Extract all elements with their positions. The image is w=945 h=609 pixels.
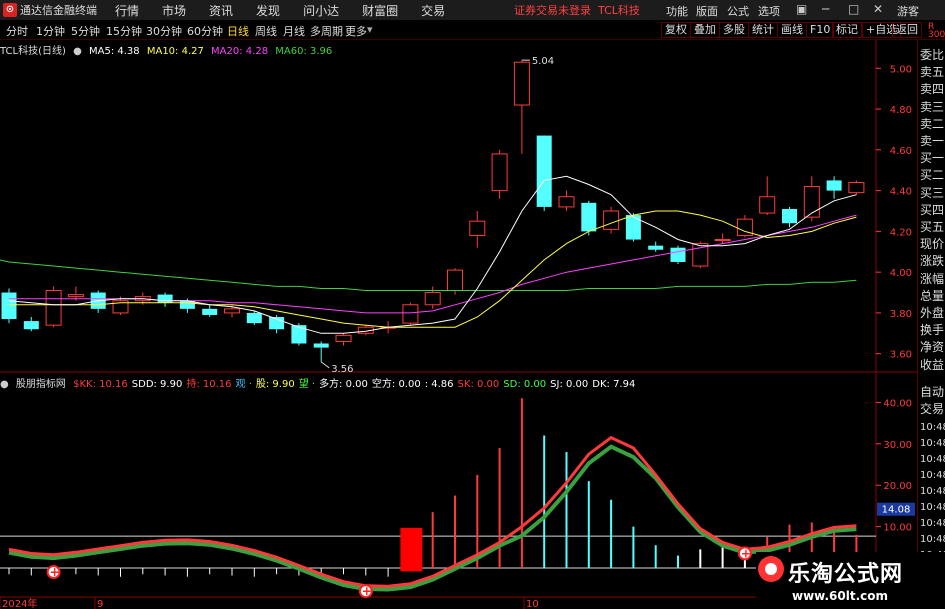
- candle-body-down: [313, 343, 329, 348]
- quote-field-18[interactable]: 收益: [920, 356, 944, 373]
- trade-time: 10:48: [920, 486, 945, 497]
- buy-signal-plus: +: [50, 565, 60, 579]
- candle-body-down: [625, 215, 641, 240]
- indicator-current-value: 14.08: [882, 505, 911, 516]
- ma5-line: [8, 175, 857, 334]
- quote-field-4[interactable]: 卖二: [920, 115, 944, 132]
- candle-body-down: [23, 321, 39, 330]
- indicator-tick-label: 40.00: [883, 398, 912, 409]
- low-marker-label: 3.56: [331, 364, 353, 375]
- candle-body-up: [402, 304, 419, 324]
- low-marker-line: [320, 361, 330, 369]
- candle-body-up: [603, 210, 620, 230]
- quote-field-15[interactable]: 外盘: [920, 304, 944, 321]
- ma60-line-extension: [0, 259, 10, 263]
- candle-group: [1, 60, 865, 362]
- quote-field-14[interactable]: 总量: [920, 287, 944, 304]
- quote-field-10[interactable]: 买五: [920, 218, 944, 235]
- indicator-tick-label: 10.00: [883, 523, 912, 534]
- candle-body-up: [759, 196, 776, 214]
- indicator-tick-label: 30.00: [883, 440, 912, 451]
- quote-field-2[interactable]: 卖四: [920, 80, 944, 97]
- quote-field-7[interactable]: 买二: [920, 166, 944, 183]
- panel-code[interactable]: 300: [928, 30, 945, 40]
- price-tick-label: 4.60: [890, 146, 912, 157]
- trade-time: 10:48: [920, 438, 945, 449]
- trade-time: 10:48: [920, 470, 945, 481]
- price-tick-label: 5.00: [890, 64, 912, 75]
- quote-field-3[interactable]: 卖三: [920, 98, 944, 115]
- quote-field-0[interactable]: 委比: [920, 46, 944, 63]
- candle-body-down: [291, 325, 307, 344]
- ma-lines: 5.04 3.56: [0, 56, 857, 375]
- candle-body-up: [513, 61, 530, 106]
- trade-time: 10:48: [920, 422, 945, 433]
- quote-field-13[interactable]: 涨幅: [920, 270, 944, 287]
- watermark-logo-icon: [758, 556, 784, 582]
- candle-body-up: [67, 294, 84, 298]
- price-tick-label: 3.80: [890, 309, 912, 320]
- candle-body-down: [581, 202, 597, 232]
- quote-field-19[interactable]: 自动: [920, 383, 944, 400]
- quote-field-11[interactable]: 现价: [920, 235, 944, 252]
- quote-field-1[interactable]: 卖五: [920, 63, 944, 80]
- candle-body-up: [558, 196, 575, 208]
- buy-signal-plus: +: [362, 584, 372, 598]
- candle-body-up: [424, 292, 441, 306]
- candle-body-up: [447, 269, 463, 292]
- quote-field-5[interactable]: 卖一: [920, 132, 944, 149]
- quote-field-20[interactable]: 交易: [920, 400, 944, 417]
- buy-signal-plus: +: [741, 546, 751, 560]
- price-tick-label: 3.60: [890, 350, 912, 361]
- axis-group: 5.00 4.80 4.60 4.40 4.20 4.00 3.80 3.60 40.00 30.…: [0, 64, 915, 609]
- date-label: 10: [526, 599, 539, 609]
- indicator-tick-label: 20.00: [883, 481, 912, 492]
- candle-body-up: [469, 220, 486, 236]
- candle-body-down: [246, 312, 262, 324]
- price-tick-label: 4.00: [890, 268, 912, 279]
- candle-body-down: [202, 308, 218, 315]
- price-tick-label: 4.20: [890, 227, 912, 238]
- trade-time: 10:48: [920, 454, 945, 465]
- quote-field-6[interactable]: 买一: [920, 149, 944, 166]
- trade-time: 10:48: [920, 534, 945, 545]
- price-tick-label: 4.40: [890, 187, 912, 198]
- kline-chart[interactable]: 5.04 3.56 + + + 5.00 4.80 4.60 4.40 4.20 4.00 3.8…: [0, 0, 945, 609]
- candle-body-down: [670, 247, 686, 262]
- candle-body-down: [536, 135, 552, 207]
- candle-body-up: [714, 239, 731, 242]
- candle-body-down: [648, 245, 664, 250]
- candle-body-down: [826, 180, 842, 191]
- ma10-line: [9, 210, 857, 328]
- watermark-url: www.60lt.com: [792, 589, 889, 603]
- high-marker-label: 5.04: [532, 56, 554, 67]
- candle-body-up: [335, 334, 352, 342]
- candle-body-down: [782, 208, 797, 224]
- quote-field-8[interactable]: 买三: [920, 184, 944, 201]
- candle-body-up: [491, 153, 508, 192]
- trade-time: 10:48: [920, 502, 945, 513]
- candle-body-up: [224, 308, 240, 314]
- quote-field-9[interactable]: 买四: [920, 201, 944, 218]
- price-tick-label: 4.80: [890, 105, 912, 116]
- quote-field-17[interactable]: 净资: [920, 338, 944, 355]
- trade-time: 10:48: [920, 518, 945, 529]
- date-label: 2024年: [2, 597, 37, 609]
- candle-body-down: [1, 292, 17, 320]
- quote-field-12[interactable]: 涨跌: [920, 252, 944, 269]
- date-label: 9: [97, 599, 103, 609]
- candle-body-down: [157, 294, 173, 303]
- candle-body-up: [848, 181, 865, 194]
- quote-field-16[interactable]: 换手: [920, 321, 944, 338]
- quote-side-panel: R 300 委比 卖五 卖四 卖三 卖二 卖一 买一 买二 买三 买四 买五 现价 涨跌 涨幅 总量 外盘 换手 净资…: [917, 22, 945, 609]
- candle-body-up: [45, 290, 62, 326]
- indicator-group: + + +: [0, 398, 876, 599]
- watermark-title: 乐淘公式网: [788, 562, 904, 587]
- indicator-signal-block: [400, 527, 423, 572]
- ma60-line: [8, 261, 857, 291]
